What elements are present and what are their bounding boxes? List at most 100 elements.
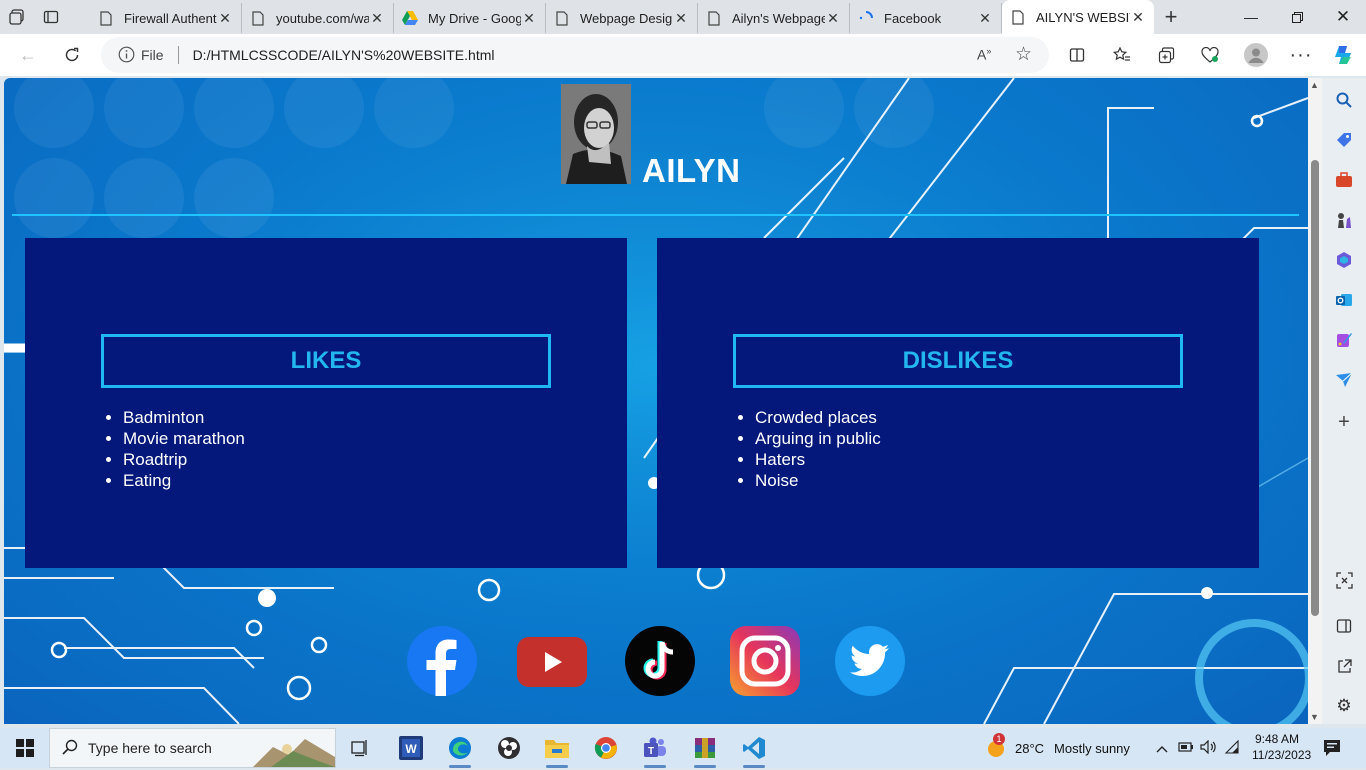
tab-webpage-design[interactable]: Webpage Desig ✕ xyxy=(546,3,698,33)
games-chess-icon[interactable] xyxy=(1334,210,1354,230)
refresh-button[interactable] xyxy=(57,40,87,70)
more-options-icon[interactable]: ··· xyxy=(1286,40,1316,70)
page-icon xyxy=(1010,9,1026,25)
vertical-scrollbar[interactable]: ▲ ▼ xyxy=(1308,78,1322,724)
close-window-button[interactable]: ✕ xyxy=(1320,0,1366,34)
weather-icon[interactable]: 1 xyxy=(985,733,1007,759)
new-tab-button[interactable]: + xyxy=(1154,4,1188,30)
settings-gear-icon[interactable]: ⚙ xyxy=(1334,696,1354,716)
close-icon[interactable]: ✕ xyxy=(217,10,233,27)
instagram-icon[interactable] xyxy=(730,626,800,696)
sidebar-toggle-icon[interactable] xyxy=(1334,616,1354,636)
divider xyxy=(177,46,179,64)
page-icon xyxy=(98,10,114,26)
tab-facebook[interactable]: Facebook ✕ xyxy=(850,3,1002,33)
file-explorer-icon[interactable] xyxy=(543,734,571,762)
tab-title: AILYN'S WEBSITE xyxy=(1036,9,1130,25)
dislikes-panel: DISLIKES Crowded places Arguing in publi… xyxy=(657,238,1259,568)
designer-icon[interactable] xyxy=(1334,330,1354,350)
chrome-icon[interactable] xyxy=(592,734,620,762)
dislikes-list: Crowded places Arguing in public Haters … xyxy=(755,407,881,491)
tab-firewall[interactable]: Firewall Authent ✕ xyxy=(90,3,242,33)
tab-youtube[interactable]: youtube.com/wa ✕ xyxy=(242,3,394,33)
send-icon[interactable] xyxy=(1334,370,1354,390)
back-button[interactable]: ← xyxy=(13,40,43,70)
chevron-up-icon[interactable] xyxy=(1156,741,1168,756)
minimize-button[interactable]: — xyxy=(1228,0,1274,34)
task-view-icon[interactable] xyxy=(346,734,374,762)
tab-actions-icon[interactable] xyxy=(34,0,68,34)
tab-title: Firewall Authent xyxy=(124,10,217,26)
screenshot-icon[interactable] xyxy=(1334,570,1354,590)
windows-taskbar: Type here to search W T 1 28°C Mostly su… xyxy=(0,728,1366,768)
notifications-icon[interactable] xyxy=(1322,738,1342,763)
close-icon[interactable]: ✕ xyxy=(825,10,841,27)
close-icon[interactable]: ✕ xyxy=(673,10,689,27)
facebook-icon[interactable] xyxy=(407,626,477,696)
microsoft365-icon[interactable] xyxy=(1334,250,1354,270)
tab-ailyns-webpage[interactable]: Ailyn's Webpage ✕ xyxy=(698,3,850,33)
workspaces-icon[interactable] xyxy=(0,0,34,34)
copilot-icon[interactable] xyxy=(1328,40,1358,70)
vscode-icon[interactable] xyxy=(740,734,768,762)
twitter-icon[interactable] xyxy=(835,626,905,696)
outlook-icon[interactable] xyxy=(1334,290,1354,310)
tab-google-drive[interactable]: My Drive - Goog ✕ xyxy=(394,3,546,33)
windows-start-icon[interactable] xyxy=(11,734,39,762)
list-item: Movie marathon xyxy=(123,428,245,449)
scroll-down-icon[interactable]: ▼ xyxy=(1310,712,1319,722)
weather-text[interactable]: Mostly sunny xyxy=(1054,741,1130,756)
battery-icon[interactable] xyxy=(1178,741,1194,756)
split-screen-icon[interactable] xyxy=(1062,40,1092,70)
winrar-icon[interactable] xyxy=(691,734,719,762)
volume-icon[interactable] xyxy=(1200,739,1216,757)
search-icon[interactable] xyxy=(1334,90,1354,110)
browser-essentials-icon[interactable] xyxy=(1195,40,1225,70)
close-icon[interactable]: ✕ xyxy=(1130,9,1146,26)
close-icon[interactable]: ✕ xyxy=(977,10,993,27)
dislikes-heading: DISLIKES xyxy=(902,347,1014,374)
shopping-tag-icon[interactable] xyxy=(1334,130,1354,150)
edge-browser-icon[interactable] xyxy=(446,734,474,762)
page-viewport: AILYN LIKES Badminton Movie marathon Roa… xyxy=(4,78,1308,724)
collections-icon[interactable] xyxy=(1151,40,1181,70)
tools-briefcase-icon[interactable] xyxy=(1334,170,1354,190)
loading-icon xyxy=(858,10,874,26)
tiktok-icon[interactable] xyxy=(625,626,695,696)
weather-temp[interactable]: 28°C xyxy=(1015,741,1044,756)
tab-title: My Drive - Goog xyxy=(428,10,521,26)
tab-title: Webpage Desig xyxy=(580,10,673,26)
clock-date: 11/23/2023 xyxy=(1252,748,1312,762)
list-item: Noise xyxy=(755,470,881,491)
address-bar[interactable]: File D:/HTMLCSSCODE/AILYN'S%20WEBSITE.ht… xyxy=(101,37,1049,73)
obs-studio-icon[interactable] xyxy=(495,734,523,762)
clock[interactable]: 9:48 AM 11/23/2023 xyxy=(1252,731,1312,763)
tab-title: Ailyn's Webpage xyxy=(732,10,825,26)
read-aloud-icon[interactable]: A» xyxy=(977,46,991,63)
scroll-up-icon[interactable]: ▲ xyxy=(1310,80,1319,90)
list-item: Roadtrip xyxy=(123,449,245,470)
external-link-icon[interactable] xyxy=(1334,656,1354,676)
youtube-icon[interactable] xyxy=(517,637,587,687)
wifi-icon[interactable] xyxy=(1224,739,1240,757)
add-icon[interactable]: + xyxy=(1334,411,1354,433)
search-highlight-image xyxy=(253,729,335,767)
restore-button[interactable] xyxy=(1274,0,1320,34)
weather-badge: 1 xyxy=(993,733,1005,745)
page-title: AILYN xyxy=(642,152,741,189)
taskbar-search-box[interactable]: Type here to search xyxy=(49,728,336,768)
url-text[interactable]: D:/HTMLCSSCODE/AILYN'S%20WEBSITE.html xyxy=(193,47,495,63)
favorites-icon[interactable] xyxy=(1107,40,1137,70)
google-drive-icon xyxy=(402,10,418,26)
profile-avatar[interactable] xyxy=(1241,40,1271,70)
close-icon[interactable]: ✕ xyxy=(521,10,537,27)
info-icon[interactable] xyxy=(118,46,135,66)
scroll-thumb[interactable] xyxy=(1311,160,1319,616)
list-item: Badminton xyxy=(123,407,245,428)
teams-icon[interactable]: T xyxy=(641,734,669,762)
word-app-icon[interactable]: W xyxy=(397,734,425,762)
close-icon[interactable]: ✕ xyxy=(369,10,385,27)
favorite-star-icon[interactable]: ☆ xyxy=(1015,43,1032,66)
likes-list: Badminton Movie marathon Roadtrip Eating xyxy=(123,407,245,491)
tab-ailyns-website[interactable]: AILYN'S WEBSITE ✕ xyxy=(1002,0,1154,34)
